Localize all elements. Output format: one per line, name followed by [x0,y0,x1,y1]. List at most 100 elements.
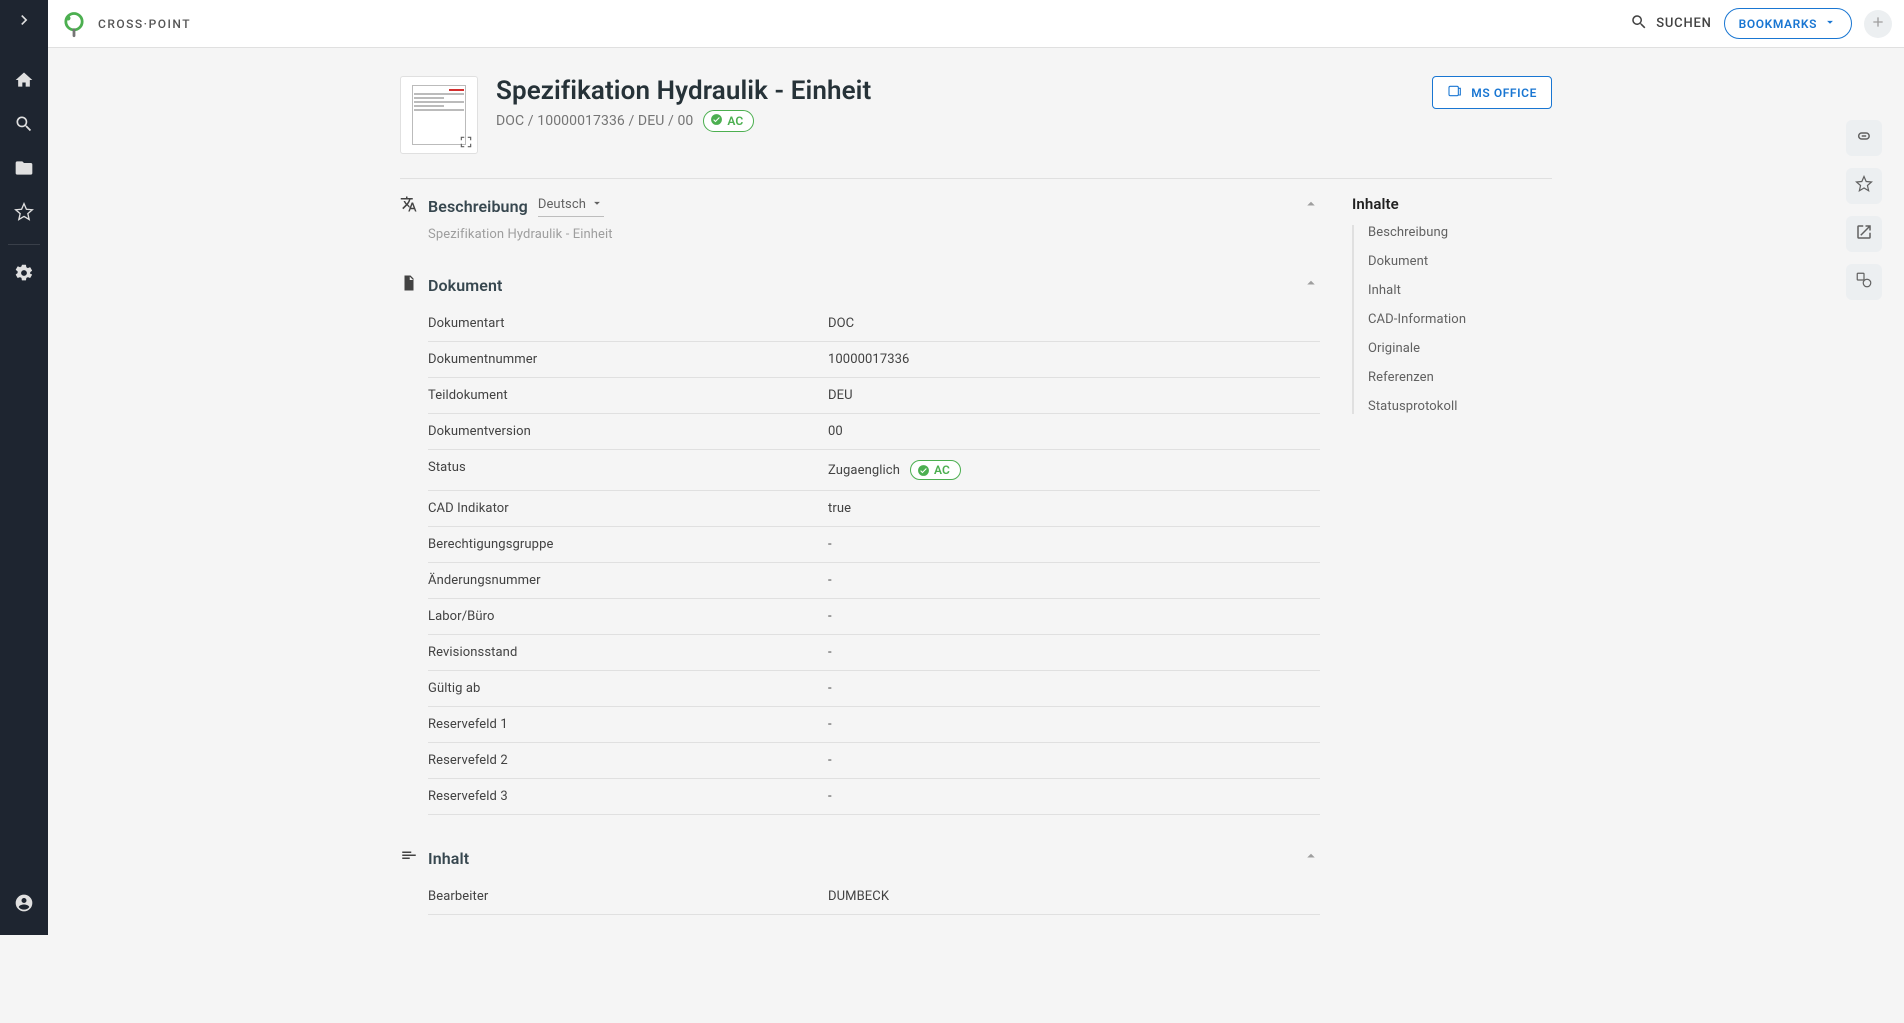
kv-value: 10000017336 [828,342,1320,378]
section-title: Beschreibung [428,197,528,216]
kv-key: Dokumentart [428,306,828,342]
kv-value: DOC [828,306,1320,342]
header-divider [400,178,1552,179]
expand-icon [459,135,473,149]
collapse-toggle[interactable] [1302,847,1320,869]
toc-item[interactable]: Originale [1368,341,1552,356]
kv-key: Bearbeiter [428,879,828,915]
kv-value: - [828,779,1320,815]
toc-item[interactable]: Beschreibung [1368,225,1552,240]
plus-icon [1870,14,1886,34]
kv-key: Dokumentnummer [428,342,828,378]
section-beschreibung: Beschreibung Deutsch [400,191,1320,242]
open-external-icon [1855,223,1873,245]
star-icon [1855,175,1873,197]
document-icon [400,274,418,296]
kv-value: - [828,743,1320,779]
kv-key: Berechtigungsgruppe [428,527,828,563]
translate-icon [400,195,418,217]
inhalt-table: BearbeiterDUMBECK [428,879,1320,915]
open-external-button[interactable] [1846,216,1882,252]
nav-divider [8,244,40,245]
section-inhalt: Inhalt BearbeiterDUMBECK [400,843,1320,915]
msoffice-button[interactable]: MS OFFICE [1432,76,1552,109]
kv-key: Änderungsnummer [428,563,828,599]
brand[interactable]: CROSS·POINT [60,10,191,38]
global-search-button[interactable]: SUCHEN [1618,13,1723,35]
collapse-toggle[interactable] [1302,195,1320,217]
section-title: Inhalt [428,849,469,868]
nav-profile[interactable] [0,883,48,927]
kv-key: Revisionsstand [428,635,828,671]
brand-label: CROSS·POINT [98,17,191,31]
notes-icon [400,847,418,869]
chevron-up-icon [1302,280,1320,296]
bookmarks-label: BOOKMARKS [1739,17,1817,31]
kv-key: Status [428,450,828,491]
left-nav [0,0,48,935]
nav-folder[interactable] [0,148,48,192]
kv-key: Reservefeld 2 [428,743,828,779]
kv-value: - [828,527,1320,563]
nav-favorites[interactable] [0,192,48,236]
kv-value: - [828,707,1320,743]
toc-title: Inhalte [1352,195,1552,213]
msoffice-label: MS OFFICE [1471,86,1537,100]
kv-key: Teildokument [428,378,828,414]
search-icon [1630,13,1648,35]
kv-value: - [828,563,1320,599]
kv-value: true [828,491,1320,527]
dropdown-icon [1823,15,1837,32]
user-icon [14,893,34,917]
gear-icon [14,263,34,287]
kv-key: CAD Indikator [428,491,828,527]
kv-value: 00 [828,414,1320,450]
copy-link-button[interactable] [1846,120,1882,156]
topbar: CROSS·POINT SUCHEN BOOKMARKS [48,0,1904,48]
star-icon [14,202,34,226]
related-button[interactable] [1846,264,1882,300]
kv-value: DEU [828,378,1320,414]
toc-aside: Inhalte Beschreibung Dokument Inhalt CAD-In… [1352,191,1552,943]
document-header: Spezifikation Hydraulik - Einheit DOC / … [400,76,1552,154]
toc-item[interactable]: Statusprotokoll [1368,399,1552,414]
chevron-right-icon [14,10,34,34]
bookmarks-button[interactable]: BOOKMARKS [1724,8,1852,39]
favorite-button[interactable] [1846,168,1882,204]
nav-home[interactable] [0,60,48,104]
toc-item[interactable]: CAD-Information [1368,312,1552,327]
dropdown-icon [590,196,604,214]
document-thumbnail[interactable] [400,76,478,154]
nav-settings[interactable] [0,253,48,297]
right-action-column [1846,120,1882,300]
chevron-up-icon [1302,201,1320,217]
language-label: Deutsch [538,197,586,212]
kv-value: ZugaenglichAC [828,450,1320,491]
search-label: SUCHEN [1656,16,1711,31]
kv-value: DUMBECK [828,879,1320,915]
nav-expand[interactable] [0,0,48,44]
kv-key: Reservefeld 1 [428,707,828,743]
nav-search[interactable] [0,104,48,148]
kv-key: Dokumentversion [428,414,828,450]
kv-value: - [828,671,1320,707]
kv-value: - [828,635,1320,671]
page-title: Spezifikation Hydraulik - Einheit [496,76,871,106]
chevron-up-icon [1302,853,1320,869]
kv-key: Labor/Büro [428,599,828,635]
toc-item[interactable]: Referenzen [1368,370,1552,385]
word-icon [1447,83,1463,102]
status-badge: AC [703,110,754,132]
toc-item[interactable]: Inhalt [1368,283,1552,298]
section-dokument: Dokument DokumentartDOCDokumentnummer100… [400,270,1320,815]
toc-item[interactable]: Dokument [1368,254,1552,269]
kv-key: Reservefeld 3 [428,779,828,815]
language-selector[interactable]: Deutsch [538,196,604,217]
document-meta: DOC / 10000017336 / DEU / 00 AC [496,110,871,132]
kv-key: Gültig ab [428,671,828,707]
status-badge-label: AC [727,114,743,128]
add-button[interactable] [1864,10,1892,38]
folder-icon [14,158,34,182]
link-icon [1855,127,1873,149]
collapse-toggle[interactable] [1302,274,1320,296]
